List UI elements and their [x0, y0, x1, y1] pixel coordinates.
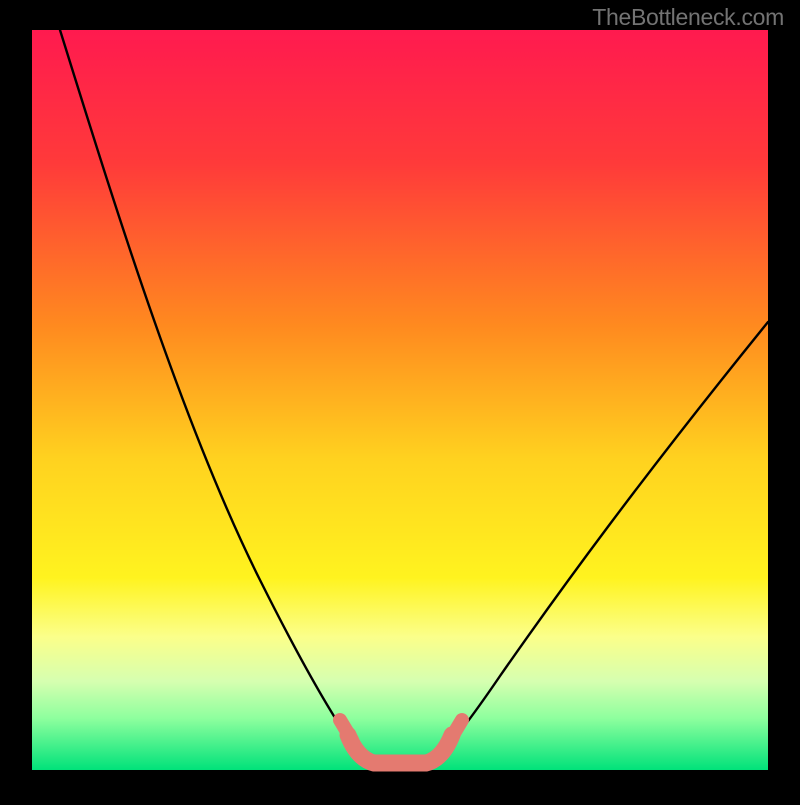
bottleneck-chart — [0, 0, 800, 800]
watermark-text: TheBottleneck.com — [592, 4, 784, 31]
chart-frame: TheBottleneck.com — [0, 0, 800, 800]
plot-area — [32, 30, 768, 770]
